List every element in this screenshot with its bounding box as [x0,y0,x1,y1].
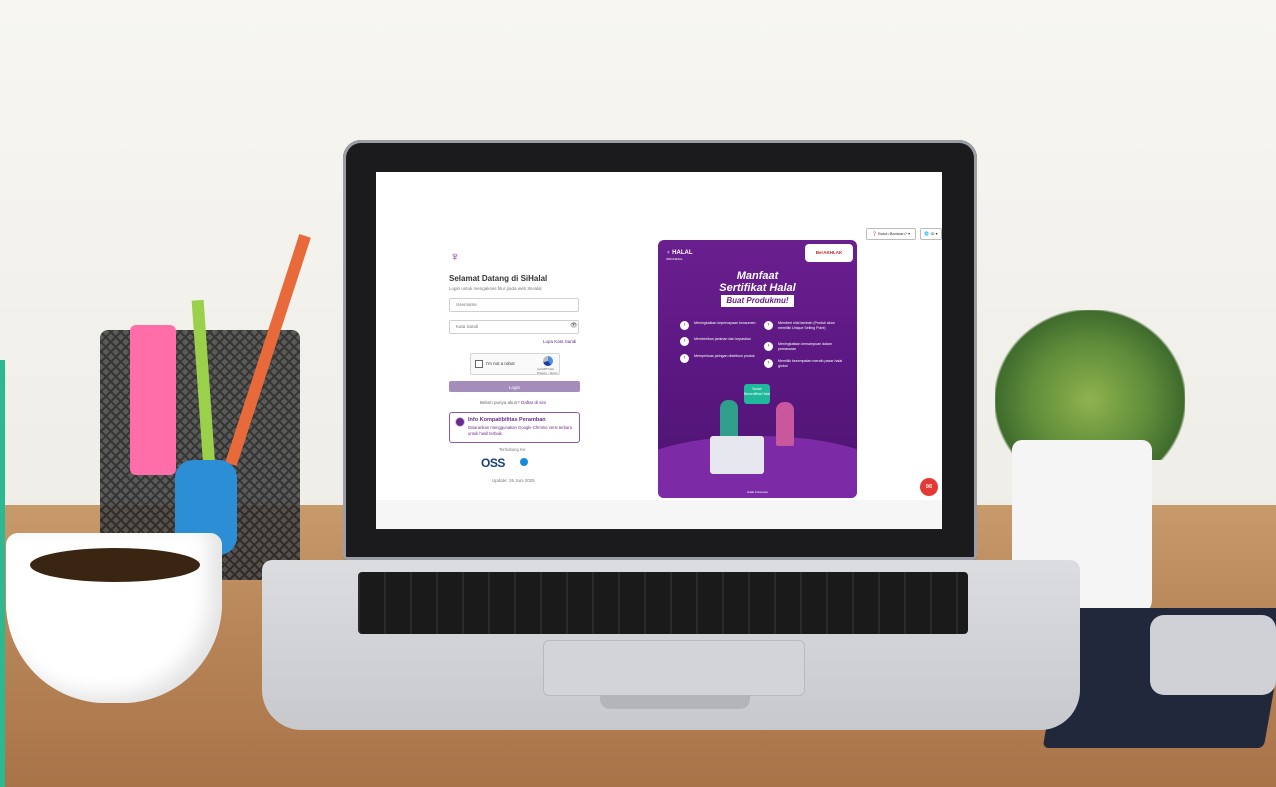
register-prompt: Belum punya akun? Daftar di sini [480,400,546,405]
arrow-icon: › [680,354,689,363]
recaptcha-label: I'm not a robot [486,361,515,366]
highlighter-pink [130,325,176,475]
screen-bottom-bar [376,500,942,529]
poster-footer: Halal Indonesia [747,490,768,494]
laptop-screen: ❓ Butuh Bantuan? ▾ 🌐 ID ▾ ♆ Selamat Data… [376,172,942,529]
partner-logo-icon [520,458,528,466]
laptop-trackpad [543,640,805,696]
info-title: Info Kompatibilitas Peramban [468,417,546,423]
forgot-password-link[interactable]: Lupa Kata Sandi [543,339,576,344]
update-date: Update: 26 Juni 2025 [492,478,535,483]
poster-shop-counter [710,436,764,474]
arrow-icon: › [680,321,689,330]
arrow-icon: › [764,359,773,368]
page-subtitle: Login untuk mengakses fitur pada web SiH… [449,286,542,291]
page-title: Selamat Datang di SiHalal [449,274,548,283]
help-button[interactable]: ❓ Butuh Bantuan? ▾ [866,228,916,240]
poster-brand: ♆ HALAL INDONESIA [666,250,693,261]
info-icon [455,417,465,427]
connected-label: Terhubung Ke: [499,447,527,452]
password-input[interactable] [449,320,579,334]
chat-widget-icon[interactable]: ✉ [920,478,938,496]
recaptcha-brand: reCAPTCHA Privacy - Terms [537,367,558,375]
language-selector[interactable]: 🌐 ID ▾ [920,228,942,240]
info-body: Disarankan menggunakan Google Chrome ver… [468,425,573,436]
register-prefix: Belum punya akun? [480,400,520,405]
arrow-icon: › [764,321,773,330]
coffee [30,548,200,582]
poster-speech-bubble: Sudah Bersertifikat Halal [744,384,770,404]
recaptcha-logo-icon [543,356,553,366]
benefit-item: › Memberi nilai tambah (Produk akan memil… [764,321,848,331]
poster-buyer-figure [776,402,794,446]
recaptcha-widget: I'm not a robot reCAPTCHA Privacy - Terms [470,353,560,375]
recaptcha-checkbox[interactable] [475,360,483,368]
username-input[interactable] [449,298,579,312]
berakhlak-badge: BerAKHLAK [805,244,853,262]
laptop-keyboard [358,572,968,634]
benefit-item: › Meningkatkan kemampuan dalam pemasaran [764,342,848,352]
poster-title-line2: Sertifikat Halal [719,282,796,294]
partner-logo[interactable] [520,458,546,468]
smartphone [1150,615,1276,695]
poster-title-line3: Buat Produkmu! [721,295,794,307]
promo-poster: ♆ HALAL INDONESIA BerAKHLAK Manfaat Serti… [658,240,857,498]
login-button[interactable]: Login [449,381,580,392]
halal-logo-icon: ♆ [450,249,460,264]
language-label: ID [930,231,935,236]
arrow-icon: › [764,342,773,351]
succulent-plant [995,310,1185,460]
benefit-item: › Memiliki kesempatan meraih pasar halal … [764,359,848,369]
oss-logo[interactable]: OSS [481,456,505,470]
accent-strip [0,360,5,787]
help-button-label: Butuh Bantuan? [878,231,907,236]
show-password-icon[interactable]: 👁 [570,323,578,329]
arrow-icon: › [680,337,689,346]
laptop-lid-notch [600,695,750,709]
register-link[interactable]: Daftar di sini [521,400,546,405]
poster-title-line1: Manfaat [736,270,779,282]
browser-compat-info: Info Kompatibilitas Peramban Disarankan … [449,412,580,443]
